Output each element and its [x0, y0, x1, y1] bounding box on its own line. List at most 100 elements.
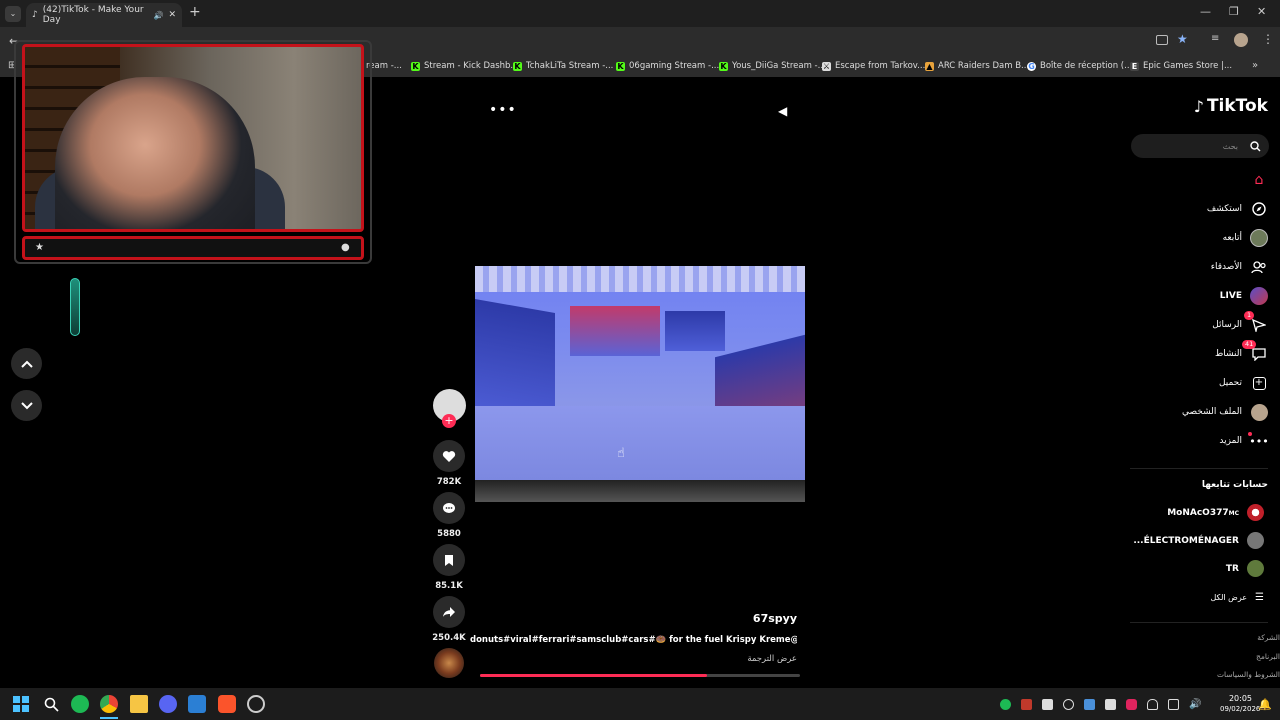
file-explorer-icon[interactable]	[130, 695, 148, 713]
settings-gear-icon[interactable]	[247, 695, 265, 713]
nav-following[interactable]: أتابعه	[1223, 229, 1268, 247]
more-dots-icon: •••	[1248, 432, 1269, 450]
tray-mic-icon[interactable]	[1021, 699, 1032, 710]
share-button[interactable]: 250.4K	[432, 596, 466, 643]
followed-account[interactable]: MoNAcO377MC	[1167, 504, 1264, 521]
follow-plus-icon[interactable]: +	[442, 414, 456, 428]
tab-search-button[interactable]: ⌄	[5, 6, 21, 22]
tray-volume-icon[interactable]: 🔊	[1189, 699, 1201, 710]
account-avatar	[1247, 504, 1264, 521]
previous-video-button[interactable]	[11, 348, 42, 379]
notification-bell-icon[interactable]: 🔔	[1256, 695, 1274, 713]
nav-live[interactable]: LIVE	[1220, 287, 1268, 305]
maximize-button[interactable]: ❐	[1229, 5, 1239, 18]
followed-account[interactable]: TR	[1226, 560, 1264, 577]
nav-profile[interactable]: الملف الشخصي	[1182, 403, 1268, 421]
share-arrow-icon	[443, 607, 455, 617]
tray-usb-icon[interactable]	[1105, 699, 1116, 710]
music-disc-icon[interactable]	[434, 648, 464, 678]
bookmark-item[interactable]: ⚔ Escape from Tarkov...	[822, 61, 925, 71]
bookmark-item[interactable]: G Boîte de réception (...	[1027, 61, 1132, 71]
tray-record-icon[interactable]	[1126, 699, 1137, 710]
user-icon: ●	[341, 242, 350, 253]
nav-explore[interactable]: استكشف	[1207, 200, 1268, 218]
close-window-button[interactable]: ✕	[1257, 5, 1266, 18]
google-icon: G	[1027, 61, 1036, 71]
bookmark-item[interactable]: K Yous_DiiGa Stream -...	[719, 61, 826, 71]
nav-friends[interactable]: الأصدقاء	[1211, 258, 1268, 276]
webcam-bottom-bar: ★ ●	[22, 236, 364, 260]
minimize-button[interactable]: —	[1200, 5, 1211, 18]
footer-link[interactable]: الشركة	[1257, 633, 1280, 642]
author-avatar-button[interactable]: +	[432, 389, 466, 428]
messages-icon: 1	[1244, 311, 1268, 334]
tray-steam-icon[interactable]	[1084, 699, 1095, 710]
webcam-video	[22, 44, 364, 232]
nav-home[interactable]: ⌂	[1242, 171, 1268, 189]
star-icon: ★	[35, 242, 44, 253]
more-bookmarks-icon[interactable]: »	[1252, 60, 1258, 71]
bookmark-item[interactable]: ▲ ARC Raiders Dam B...	[925, 61, 1029, 71]
comment-count: 5880	[437, 529, 461, 539]
tray-network-icon[interactable]	[1168, 699, 1179, 710]
nav-upload[interactable]: تحميل +	[1219, 374, 1268, 392]
bookmark-item[interactable]: K TchakLiTa Stream -...	[513, 61, 613, 71]
translate-link[interactable]: عرض الترجمة	[480, 654, 797, 664]
photos-icon[interactable]	[188, 695, 206, 713]
cast-icon[interactable]	[1156, 35, 1168, 45]
list-icon: ☰	[1255, 592, 1264, 603]
search-box[interactable]: بحث	[1131, 134, 1269, 158]
tab-close-icon[interactable]: ✕	[168, 10, 176, 20]
post-author[interactable]: 67spyy	[480, 612, 797, 625]
footer-link[interactable]: البرنامج	[1256, 652, 1280, 661]
media-control-icon[interactable]: ≡	[1211, 33, 1219, 44]
bookmark-item[interactable]: K Stream - Kick Dashb...	[411, 61, 519, 71]
discord-icon[interactable]	[159, 695, 177, 713]
menu-kebab-icon[interactable]: ⋮	[1262, 32, 1274, 46]
tiktok-logo[interactable]: ♪ TikTok	[1194, 96, 1268, 116]
followed-account[interactable]: ...ÉLECTROMÉNAGER	[1133, 532, 1264, 549]
friends-icon	[1250, 258, 1268, 276]
tray-spotify-icon[interactable]	[1000, 699, 1011, 710]
activity-icon: 41	[1242, 340, 1268, 363]
comment-button[interactable]: 5880	[432, 492, 466, 539]
bookmark-item[interactable]: K 06gaming Stream -...	[616, 61, 719, 71]
more-options-icon[interactable]: •••	[489, 102, 517, 118]
nav-messages[interactable]: الرسائل 1	[1212, 311, 1268, 334]
clock[interactable]: 20:05 09/02/2026	[1220, 693, 1260, 715]
comment-icon	[443, 502, 455, 513]
search-icon[interactable]	[1250, 140, 1261, 152]
mute-toggle-icon[interactable]: ◀	[778, 104, 787, 118]
store-shelf-image	[570, 306, 660, 356]
nav-activity[interactable]: النشاط 41	[1215, 340, 1268, 363]
browser-tab[interactable]: ♪ (42)TikTok - Make Your Day 🔊 ✕	[26, 3, 182, 27]
tiktok-note-icon: ♪	[1193, 96, 1204, 116]
messages-badge: 1	[1244, 311, 1255, 320]
see-all-link[interactable]: عرض الكل ☰	[1210, 592, 1264, 603]
spotify-icon[interactable]	[71, 695, 89, 713]
browser-tab-bar: ⌄ ♪ (42)TikTok - Make Your Day 🔊 ✕ + — ❐…	[0, 0, 1280, 27]
chrome-icon[interactable]	[100, 695, 118, 713]
brave-icon[interactable]	[218, 695, 236, 713]
live-icon	[1250, 287, 1268, 305]
bookmark-star-icon[interactable]: ★	[1177, 32, 1188, 46]
search-icon[interactable]	[42, 695, 60, 713]
upload-plus-icon: +	[1250, 374, 1268, 392]
windows-start-icon[interactable]	[12, 695, 30, 713]
save-circle	[433, 544, 465, 576]
tray-app-icon[interactable]	[1042, 699, 1053, 710]
save-button[interactable]: 85.1K	[432, 544, 466, 591]
new-tab-button[interactable]: +	[189, 4, 201, 20]
like-button[interactable]: 782K	[432, 440, 466, 487]
video-progress-track[interactable]	[480, 674, 800, 677]
profile-avatar-icon[interactable]	[1234, 33, 1248, 47]
bookmark-item[interactable]: E Epic Games Store |...	[1130, 61, 1232, 71]
video-player[interactable]: ☝	[475, 266, 805, 502]
clock-time: 20:05	[1228, 694, 1252, 703]
footer-link[interactable]: الشروط والسياسات	[1217, 670, 1280, 679]
tray-microphone-icon[interactable]	[1147, 699, 1158, 710]
tarkov-icon: ⚔	[822, 61, 831, 71]
nav-more[interactable]: المزيد •••	[1219, 432, 1269, 450]
next-video-button[interactable]	[11, 390, 42, 421]
tray-app-icon[interactable]	[1063, 699, 1074, 710]
